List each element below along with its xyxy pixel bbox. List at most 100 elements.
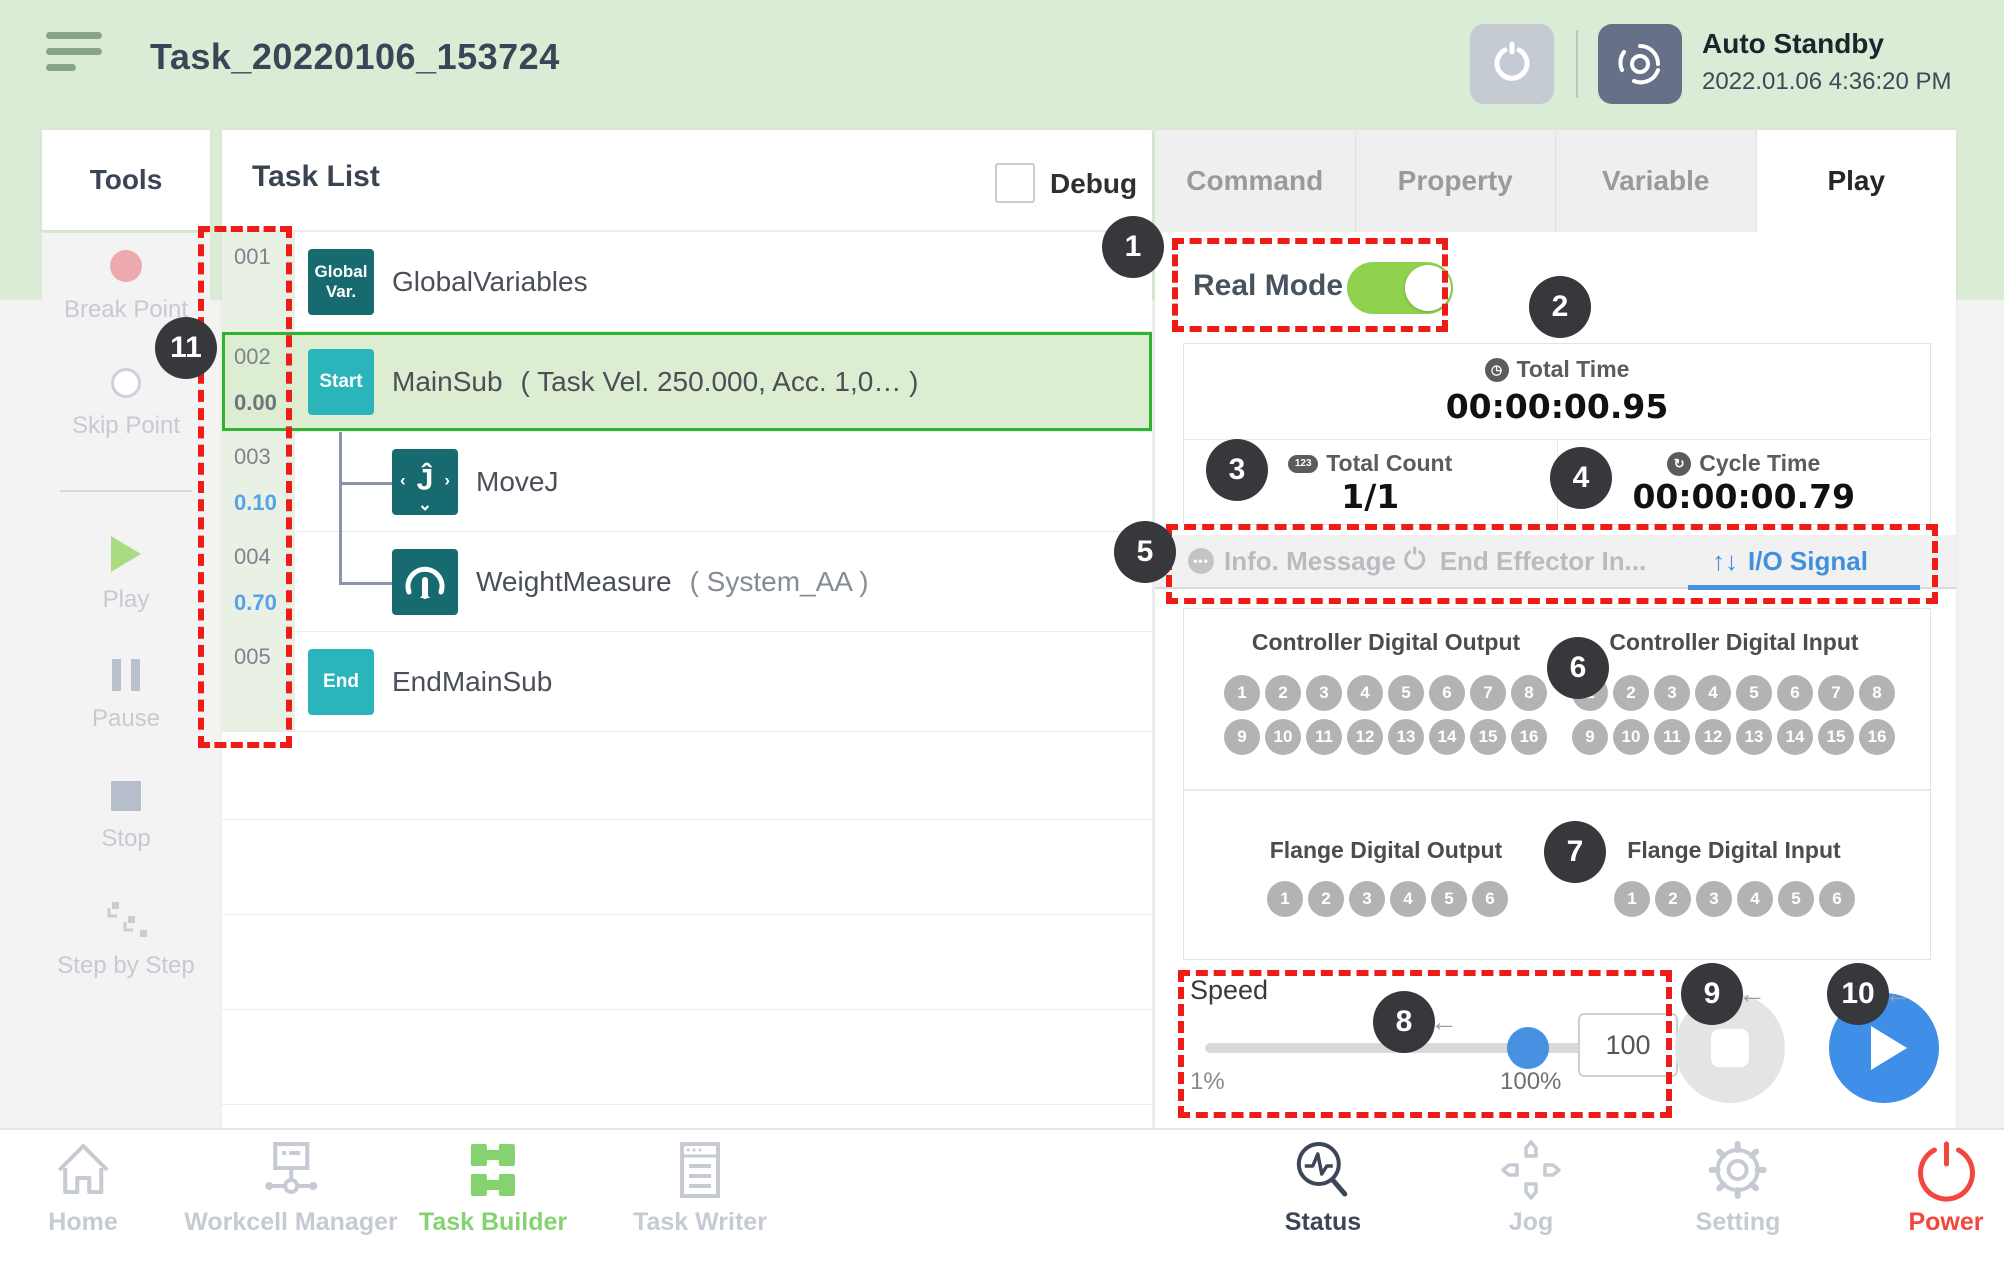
io-lamp: 4: [1695, 675, 1731, 711]
line-number: 001: [234, 244, 271, 270]
nav-home[interactable]: Home: [48, 1138, 117, 1237]
speed-slider-knob[interactable]: [1507, 1027, 1549, 1069]
task-list-title: Task List: [252, 160, 380, 194]
pause-label: Pause: [92, 705, 160, 733]
subtab-info-message[interactable]: ••• Info. Message: [1188, 535, 1396, 587]
nav-jog[interactable]: Jog: [1499, 1138, 1563, 1237]
hamburger-menu-icon[interactable]: [46, 32, 102, 78]
line-number-cell: 003 0.10: [222, 432, 295, 531]
io-lamp: 11: [1306, 719, 1342, 755]
tab-play[interactable]: Play: [1757, 130, 1957, 232]
line-time: 0.70: [234, 590, 277, 616]
nav-power[interactable]: Power: [1908, 1138, 1983, 1237]
nav-workcell-manager[interactable]: Workcell Manager: [184, 1138, 398, 1237]
task-list-panel: Task List Debug 001 GlobalVar. GlobalVar…: [222, 130, 1152, 1128]
tab-property[interactable]: Property: [1356, 130, 1557, 232]
nav-setting[interactable]: Setting: [1696, 1138, 1781, 1237]
skip-point-button[interactable]: Skip Point: [42, 343, 210, 465]
controller-output-lamps-9-16: 910111213141516: [1224, 719, 1547, 755]
io-lamp: 6: [1819, 881, 1855, 917]
skip-point-icon: [111, 368, 141, 398]
setting-gear-icon: [1706, 1138, 1770, 1202]
task-title: Task_20220106_153724: [150, 36, 560, 78]
stop-icon: [111, 781, 141, 811]
bottom-navigation: Home Workcell Manager: [0, 1128, 2004, 1262]
stop-tool-button[interactable]: Stop: [42, 758, 210, 876]
line-number: 003: [234, 444, 271, 470]
io-lamp: 1: [1572, 675, 1608, 711]
task-row-endmainsub[interactable]: 005 End EndMainSub: [222, 632, 1152, 732]
line-number-cell: 005: [222, 632, 295, 731]
io-lamp: 14: [1429, 719, 1465, 755]
task-row-mainsub-selected[interactable]: 002 0.00 Start MainSub ( Task Vel. 250.0…: [222, 332, 1152, 432]
cycle-time-value: 00:00:00.79: [1558, 477, 1931, 516]
end-effector-icon: [1400, 546, 1430, 576]
task-builder-icon: [461, 1138, 525, 1202]
io-lamp: 4: [1390, 881, 1426, 917]
io-lamp: 2: [1308, 881, 1344, 917]
step-by-step-button[interactable]: Step by Step: [42, 879, 210, 1001]
tab-variable[interactable]: Variable: [1556, 130, 1757, 232]
io-lamp: 5: [1388, 675, 1424, 711]
stats-box: ◷ Total Time 00:00:00.95 123 Total Count…: [1183, 343, 1931, 525]
robot-state-button[interactable]: [1598, 24, 1682, 104]
app-root: Task_20220106_153724 Auto Standby 2022.0…: [0, 0, 2004, 1262]
pause-tool-button[interactable]: Pause: [42, 637, 210, 755]
cycle-time-icon: ↻: [1667, 452, 1691, 476]
controller-digital-input-label: Controller Digital Input: [1609, 629, 1858, 656]
flange-output-lamps: 123456: [1267, 881, 1508, 917]
line-number: 004: [234, 544, 271, 570]
nav-task-writer[interactable]: Task Writer: [633, 1138, 767, 1237]
datetime-text: 2022.01.06 4:36:20 PM: [1702, 68, 1952, 96]
flange-digital-input-label: Flange Digital Input: [1627, 837, 1840, 864]
run-play-button[interactable]: [1829, 993, 1939, 1103]
real-mode-label: Real Mode: [1193, 258, 1343, 314]
tools-divider: [42, 468, 210, 513]
line-time: 0.10: [234, 490, 277, 516]
debug-checkbox[interactable]: [995, 163, 1035, 203]
flange-input-lamps: 123456: [1614, 881, 1855, 917]
step-by-step-label: Step by Step: [57, 952, 194, 980]
tools-panel-title: Tools: [42, 130, 210, 230]
io-lamp: 9: [1224, 719, 1260, 755]
hamburger-bar: [46, 48, 102, 55]
total-time-label: Total Time: [1517, 356, 1630, 383]
header-divider: [1576, 30, 1578, 98]
play-tool-button[interactable]: Play: [42, 516, 210, 634]
speed-value-input[interactable]: 100: [1578, 1013, 1678, 1077]
task-row-globalvariables[interactable]: 001 GlobalVar. GlobalVariables: [222, 232, 1152, 332]
right-panel: Command Property Variable Play Real Mode…: [1155, 130, 1956, 1128]
io-lamp: 2: [1655, 881, 1691, 917]
io-lamp: 1: [1224, 675, 1260, 711]
subtab-io-signal[interactable]: ↑↓ I/O Signal: [1712, 535, 1868, 587]
tree-line: [339, 582, 392, 585]
end-effector-button[interactable]: [1470, 24, 1554, 104]
line-number: 005: [234, 644, 271, 670]
task-row-weightmeasure[interactable]: 004 0.70 WeightMeasure ( System_AA ): [222, 532, 1152, 632]
nav-task-builder[interactable]: Task Builder: [419, 1138, 567, 1237]
tab-command[interactable]: Command: [1155, 130, 1356, 232]
tools-empty-slot: [42, 1004, 210, 1074]
stop-play-button[interactable]: [1675, 993, 1785, 1103]
line-number-cell: 004 0.70: [222, 532, 295, 631]
break-point-button[interactable]: Break Point: [42, 233, 210, 340]
command-label: MainSub ( Task Vel. 250.000, Acc. 1,0… ): [392, 332, 918, 431]
hamburger-bar: [46, 64, 76, 71]
io-lamp: 3: [1654, 675, 1690, 711]
io-lamp: 15: [1470, 719, 1506, 755]
io-lamp: 6: [1429, 675, 1465, 711]
nav-status[interactable]: Status: [1285, 1138, 1361, 1237]
controller-digital-output-label: Controller Digital Output: [1252, 629, 1520, 656]
speed-label: Speed: [1190, 975, 1268, 1006]
io-lamp: 5: [1736, 675, 1772, 711]
io-lamp: 5: [1431, 881, 1467, 917]
line-time: 0.00: [234, 390, 277, 416]
subtab-end-effector[interactable]: End Effector In...: [1400, 535, 1647, 587]
io-lamp: 15: [1818, 719, 1854, 755]
task-row-movej[interactable]: 003 0.10 Ĵ‹›⌄ MoveJ: [222, 432, 1152, 532]
io-lamp: 7: [1470, 675, 1506, 711]
run-triangle-icon: [1871, 1026, 1907, 1070]
io-lamp: 14: [1777, 719, 1813, 755]
real-mode-toggle[interactable]: [1347, 262, 1453, 314]
total-count-value: 1/1: [1184, 477, 1557, 516]
